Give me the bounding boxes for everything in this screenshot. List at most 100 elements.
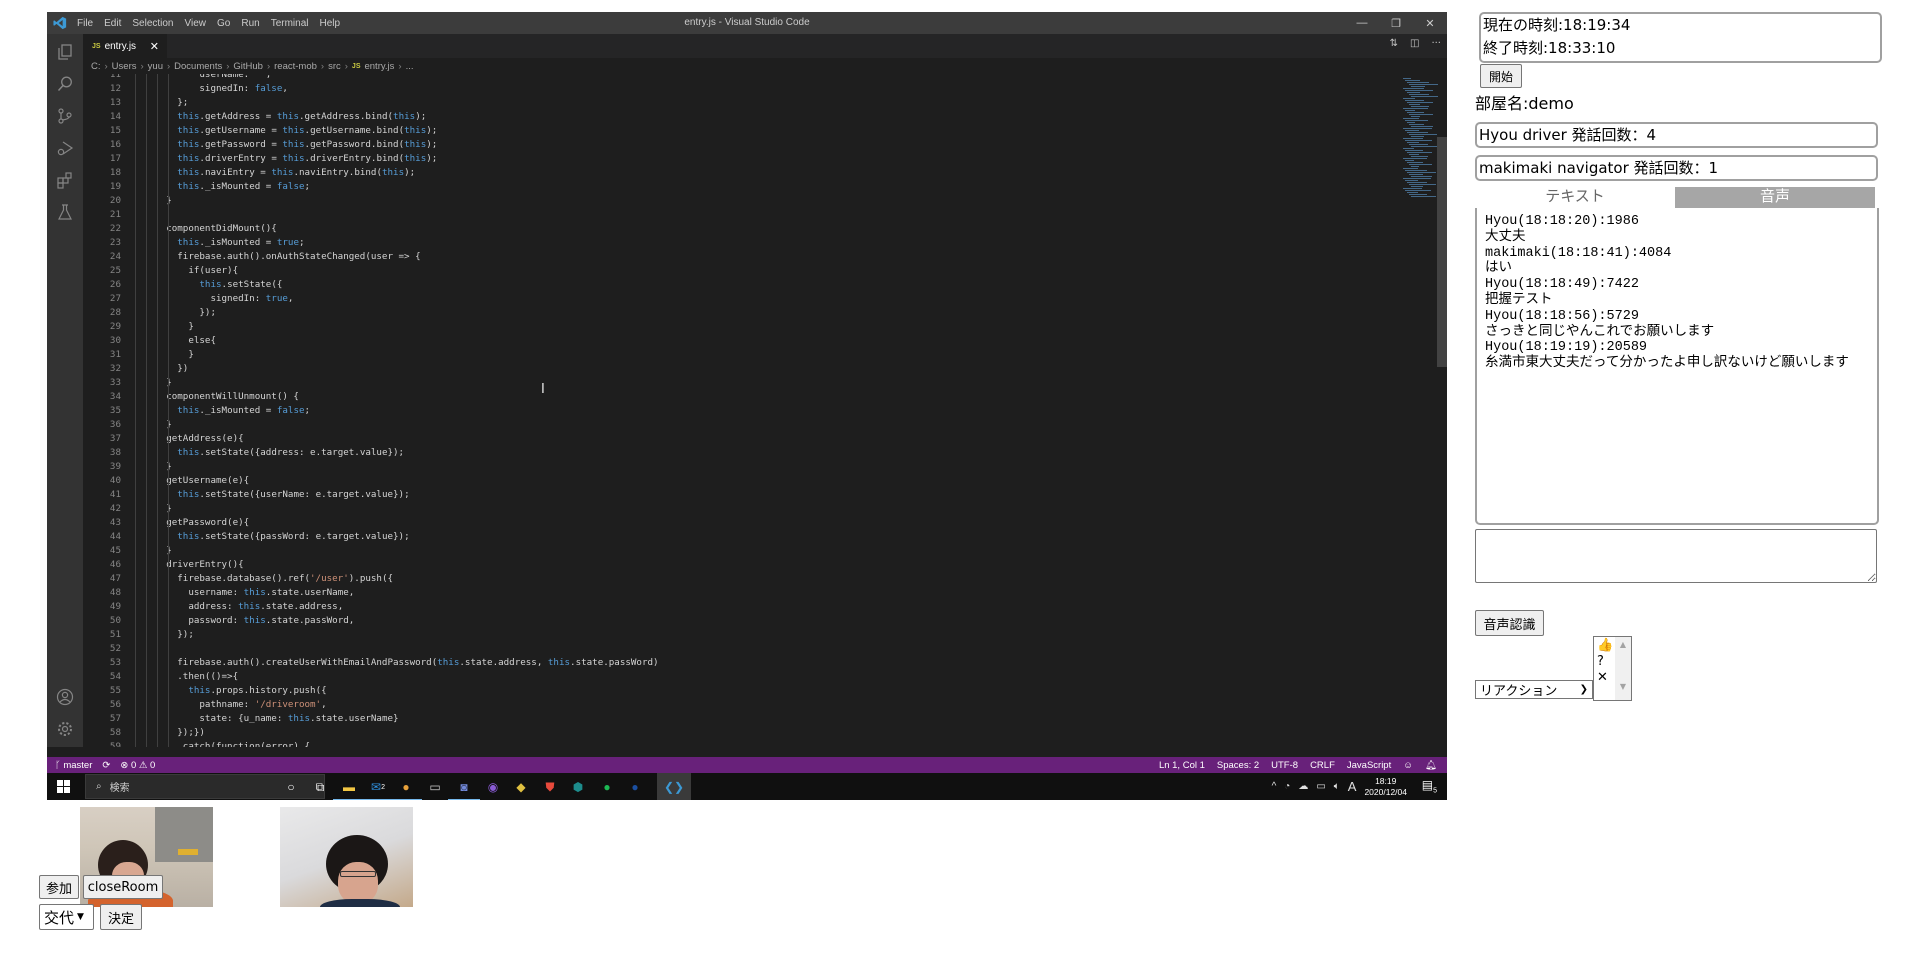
taskbar-discord-icon[interactable]: ◙ [448,777,480,800]
start-button[interactable]: 開始 [1480,64,1522,88]
code-line: 12 signedIn: false, [83,82,288,96]
minimize-button[interactable]: — [1345,12,1379,34]
explorer-icon[interactable] [55,42,75,62]
code-line: 22 componentDidMount(){ [83,222,277,236]
voice-recognition-button[interactable]: 音声認識 [1475,610,1544,636]
question-icon[interactable]: ? [1597,654,1604,670]
close-window-button[interactable]: ✕ [1413,12,1447,34]
taskbar-clock[interactable]: 18:19 2020/12/04 [1364,776,1407,798]
taskbar-terminal-icon[interactable]: ▭ [425,777,445,797]
breadcrumb-item[interactable]: entry.js [364,61,394,72]
git-branch[interactable]: ᚴ master [55,760,92,771]
line-number: 46 [109,559,121,570]
minimap-line [1405,150,1423,151]
windows-start-icon[interactable] [57,780,70,793]
encoding[interactable]: UTF-8 [1271,760,1298,771]
extensions-icon[interactable] [55,170,75,190]
minimap-line [1411,106,1429,107]
message-input[interactable] [1475,529,1877,583]
decide-button[interactable]: 決定 [100,904,142,930]
close-room-button[interactable]: closeRoom [83,875,163,899]
code-text: this._isMounted = true; [177,237,305,248]
line-number: 48 [109,587,121,598]
tray-chevron-icon[interactable]: ^ [1272,781,1277,792]
feedback-icon[interactable]: ☺ [1403,760,1413,771]
sync-icon[interactable]: ⟳ [102,760,110,771]
breadcrumb-item[interactable]: react-mob [274,61,317,72]
breadcrumb-item[interactable]: yuu [148,61,163,72]
listbox-scrollbar[interactable]: ▲ ▼ [1615,637,1631,700]
indentation[interactable]: Spaces: 2 [1217,760,1259,771]
search-icon[interactable] [55,74,75,94]
accounts-icon[interactable] [55,687,75,707]
thumbs-up-icon[interactable]: 👍 [1597,638,1613,654]
taskbar-chrome-icon[interactable]: ● [390,777,422,800]
taskbar-app-purple-icon[interactable]: ◉ [483,777,503,797]
join-button[interactable]: 参加 [39,875,79,899]
line-number: 21 [109,209,121,220]
line-number: 19 [109,181,121,192]
code-line: 23 this._isMounted = true; [83,236,305,250]
ime-indicator[interactable]: A [1348,779,1357,794]
taskbar-steam-icon[interactable]: ● [625,777,645,797]
close-tab-icon[interactable]: ✕ [150,40,159,53]
cursor-position[interactable]: Ln 1, Col 1 [1159,760,1205,771]
network-icon[interactable]: ◔ [1284,781,1290,792]
code-text: password: this.state.passWord, [133,615,355,626]
settings-gear-icon[interactable] [55,719,75,739]
minimap-line [1411,196,1436,197]
taskbar-mail-icon[interactable]: ✉ 2 [362,777,394,800]
code-line: 48 username: this.state.userName, [83,586,354,600]
notification-center-icon[interactable]: ▤5 [1422,778,1437,794]
code-text: componentDidMount(){ [133,223,277,234]
testing-icon[interactable] [55,202,75,222]
tab-entry-js[interactable]: JS entry.js ✕ [83,34,167,58]
more-actions-icon[interactable]: ··· [1431,38,1441,49]
line-number: 38 [109,447,121,458]
minimap-line [1409,154,1419,155]
taskbar-app-red-icon[interactable]: ⛊ [540,777,560,797]
run-debug-icon[interactable] [55,138,75,158]
source-control-icon[interactable] [55,106,75,126]
taskbar-task-view-icon[interactable]: ⧉ [310,777,330,797]
minimap-line [1411,116,1420,117]
reaction-select[interactable]: リアクション ❯ [1475,680,1593,699]
line-number: 34 [109,391,121,402]
breadcrumb-item[interactable]: C: [91,61,101,72]
breadcrumb-item[interactable]: src [328,61,341,72]
editor-actions: ⇅ ◫ ··· [1390,38,1441,49]
code-editor[interactable]: 11 userName: '', 12 signedIn: false, 13 };… [83,74,1399,747]
breadcrumb-item[interactable]: GitHub [233,61,263,72]
taskbar-file-explorer-icon[interactable]: ▬ [333,777,365,800]
navigator-video [280,807,413,907]
line-ending[interactable]: CRLF [1310,760,1335,771]
breadcrumb-item[interactable]: Documents [174,61,222,72]
open-changes-icon[interactable]: ⇅ [1390,38,1398,49]
language-mode[interactable]: JavaScript [1347,760,1391,771]
breadcrumb-item[interactable]: ... [406,61,414,72]
taskbar-app-teal-icon[interactable]: ⬢ [568,777,588,797]
minimap-line [1409,164,1432,165]
onedrive-icon[interactable]: ☁ [1298,781,1308,792]
taskbar-spotify-icon[interactable]: ● [597,777,617,797]
battery-icon[interactable]: ▭ [1316,781,1325,792]
line-number: 30 [109,335,121,346]
cross-icon[interactable]: ✕ [1597,670,1608,686]
volume-icon[interactable]: 🔈︎ [1334,781,1340,792]
problems-indicator[interactable]: ⊗ 0 ⚠ 0 [120,760,155,771]
taskbar-vscode-icon[interactable]: ❮❯ [657,773,691,800]
minimap-line [1405,140,1432,141]
reaction-listbox[interactable]: 👍 ? ✕ ▲ ▼ [1593,636,1632,701]
swap-select[interactable]: 交代 ▼ [39,904,94,930]
maximize-button[interactable]: ❐ [1379,12,1413,34]
split-editor-icon[interactable]: ◫ [1410,38,1419,49]
bell-icon[interactable]: 🔔︎ [1425,760,1437,771]
tab-voice[interactable]: 音声 [1675,187,1875,209]
log-entry: Hyou(18:19:19):20589 [1485,340,1648,356]
editor-scrollbar[interactable] [1437,137,1447,367]
taskbar-cortana-icon[interactable]: ○ [281,777,301,797]
breadcrumb-item[interactable]: Users [112,61,137,72]
tab-text[interactable]: テキスト [1475,187,1675,209]
minimap-line [1405,130,1419,131]
taskbar-sourcetree-icon[interactable]: ◆ [511,777,531,797]
